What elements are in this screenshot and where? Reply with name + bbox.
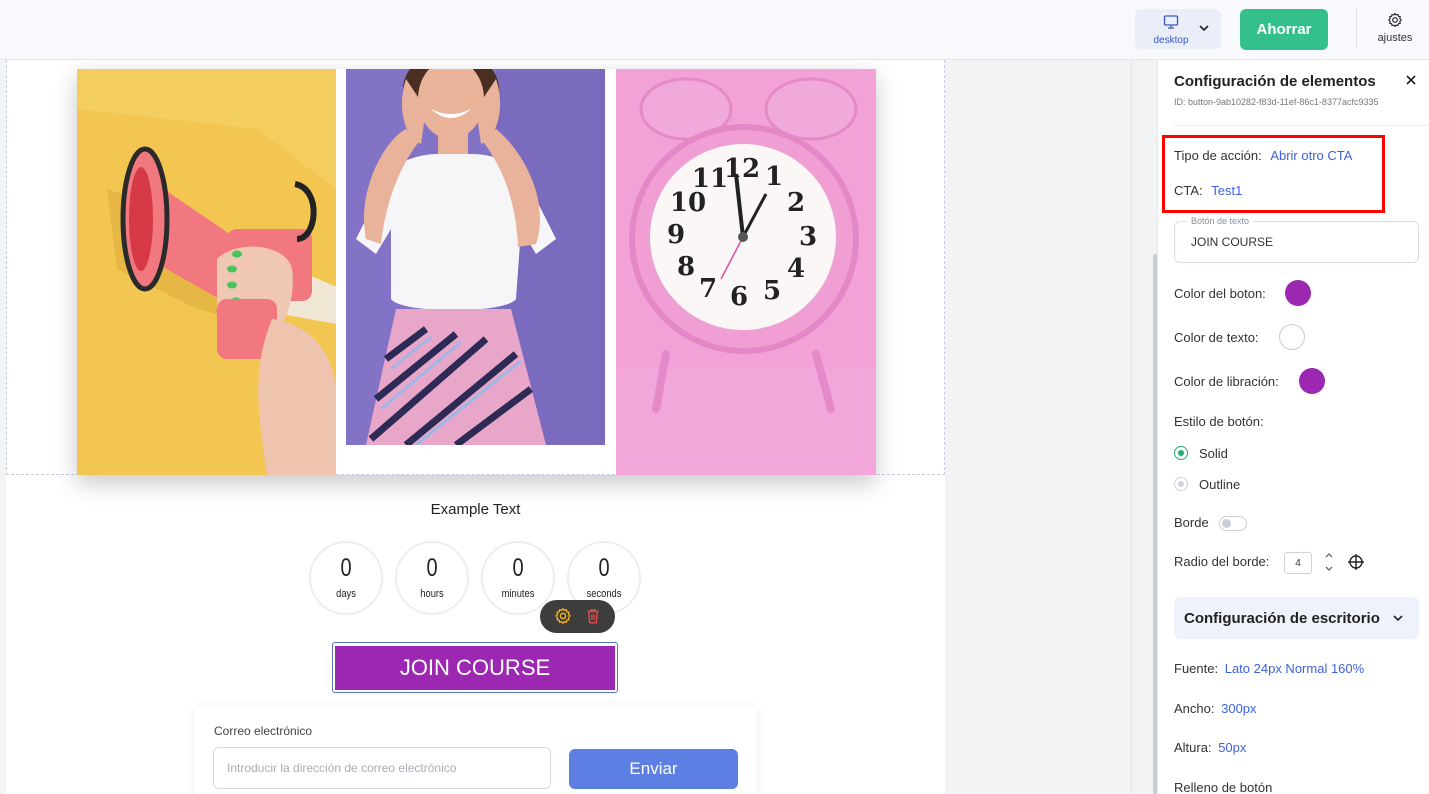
width-row: Ancho: 300px — [1174, 701, 1257, 716]
style-outline-label: Outline — [1199, 477, 1241, 492]
element-floating-toolbar — [540, 600, 615, 633]
width-label: Ancho: — [1174, 701, 1215, 716]
editor-canvas: 12 1 2 3 4 5 6 7 8 9 10 11 Example Text … — [6, 60, 945, 794]
style-solid-label: Solid — [1199, 446, 1228, 461]
countdown-label: days — [336, 588, 356, 600]
font-label: Fuente: — [1174, 661, 1219, 676]
countdown-label: minutes — [501, 588, 535, 600]
alarm-clock-photo: 12 1 2 3 4 5 6 7 8 9 10 11 — [616, 69, 876, 475]
gear-icon — [1388, 12, 1402, 28]
countdown-hours: 0 hours — [395, 541, 469, 615]
countdown-value: 0 — [598, 554, 610, 582]
highlight-annotation-box — [1162, 135, 1385, 213]
button-style-label: Estilo de botón: — [1174, 414, 1264, 429]
clock-number: 8 — [677, 252, 695, 282]
vibration-color-swatch[interactable] — [1299, 368, 1325, 394]
height-row: Altura: 50px — [1174, 740, 1246, 755]
border-label: Borde — [1174, 515, 1209, 530]
email-form-card: Correo electrónico Enviar — [194, 705, 757, 794]
style-outline-radio[interactable] — [1174, 477, 1188, 491]
button-color-label: Color del boton: — [1174, 286, 1266, 301]
clock-number: 12 — [724, 154, 760, 184]
height-label: Altura: — [1174, 740, 1212, 755]
font-row: Fuente: Lato 24px Normal 160% — [1174, 661, 1364, 676]
toolbar-divider — [1356, 9, 1357, 49]
cta-value[interactable]: Test1 — [1211, 183, 1242, 198]
stepper-arrows-icon[interactable] — [1324, 551, 1334, 573]
device-selector[interactable]: desktop — [1135, 9, 1221, 49]
action-type-value[interactable]: Abrir otro CTA — [1270, 148, 1352, 163]
hero-image-section[interactable]: 12 1 2 3 4 5 6 7 8 9 10 11 — [6, 60, 945, 475]
countdown-value: 0 — [340, 554, 352, 582]
text-color-swatch[interactable] — [1279, 324, 1305, 350]
action-type-row: Tipo de acción: Abrir otro CTA — [1174, 148, 1352, 163]
trash-icon[interactable] — [584, 607, 602, 625]
cta-row: CTA: Test1 — [1174, 183, 1242, 198]
vibration-color-label: Color de libración: — [1174, 374, 1279, 389]
style-solid-radio[interactable] — [1174, 446, 1188, 460]
action-type-label: Tipo de acción: — [1174, 148, 1262, 163]
font-value[interactable]: Lato 24px Normal 160% — [1225, 661, 1364, 676]
button-text-field[interactable]: Botón de texto JOIN COURSE — [1174, 216, 1419, 263]
woman-photo — [346, 69, 605, 445]
gear-icon[interactable] — [554, 607, 572, 625]
countdown-label: hours — [420, 588, 444, 600]
panel-title: Configuración de elementos — [1174, 73, 1376, 90]
email-label: Correo electrónico — [214, 724, 313, 738]
crosshair-icon[interactable] — [1347, 553, 1365, 571]
clock-number: 11 — [692, 164, 728, 194]
border-radius-input[interactable] — [1284, 552, 1312, 574]
clock-number: 2 — [787, 188, 805, 218]
clock-number: 3 — [799, 222, 817, 252]
desktop-config-accordion[interactable]: Configuración de escritorio — [1174, 597, 1419, 639]
example-text: Example Text — [430, 501, 521, 518]
border-radius-label: Radio del borde: — [1174, 554, 1270, 569]
countdown-value: 0 — [426, 554, 438, 582]
clock-number: 7 — [699, 274, 717, 304]
element-id: ID: button-9ab10282-f83d-11ef-86c1-8377a… — [1174, 97, 1379, 107]
chevron-down-icon — [1393, 615, 1403, 622]
chevron-down-icon — [1199, 25, 1209, 32]
clock-number: 4 — [787, 254, 805, 284]
settings-button[interactable]: ajustes — [1368, 10, 1422, 50]
clock-number: 9 — [667, 220, 685, 250]
border-toggle[interactable] — [1219, 516, 1247, 531]
desktop-monitor-icon — [1163, 15, 1179, 29]
clock-number: 1 — [765, 162, 783, 192]
email-input[interactable] — [213, 747, 551, 789]
toggle-knob — [1222, 519, 1231, 528]
countdown-days: 0 days — [309, 541, 383, 615]
text-color-label: Color de texto: — [1174, 330, 1259, 345]
element-settings-panel: Configuración de elementos ID: button-9a… — [1157, 60, 1429, 794]
height-value[interactable]: 50px — [1218, 740, 1246, 755]
button-text-legend: Botón de texto — [1187, 216, 1254, 226]
clock-number: 6 — [730, 282, 748, 312]
width-value[interactable]: 300px — [1221, 701, 1256, 716]
close-icon[interactable] — [1405, 74, 1417, 86]
button-color-swatch[interactable] — [1285, 280, 1311, 306]
settings-label: ajustes — [1377, 32, 1413, 44]
desktop-config-title: Configuración de escritorio — [1184, 610, 1380, 627]
cta-label: CTA: — [1174, 183, 1203, 198]
clock-number: 5 — [763, 276, 781, 306]
cta-button-selection-frame: JOIN COURSE — [332, 642, 618, 693]
megaphone-photo — [77, 69, 336, 475]
device-label: desktop — [1153, 35, 1189, 46]
countdown-label: seconds — [586, 588, 622, 600]
panel-divider — [1174, 125, 1429, 126]
top-bar: desktop Ahorrar ajustes — [0, 0, 1429, 60]
join-course-button[interactable]: JOIN COURSE — [335, 646, 615, 690]
save-button[interactable]: Ahorrar — [1240, 9, 1328, 50]
submit-button[interactable]: Enviar — [569, 749, 738, 789]
countdown-value: 0 — [512, 554, 524, 582]
button-padding-label: Relleno de botón — [1174, 780, 1273, 794]
button-text-value: JOIN COURSE — [1191, 235, 1274, 249]
